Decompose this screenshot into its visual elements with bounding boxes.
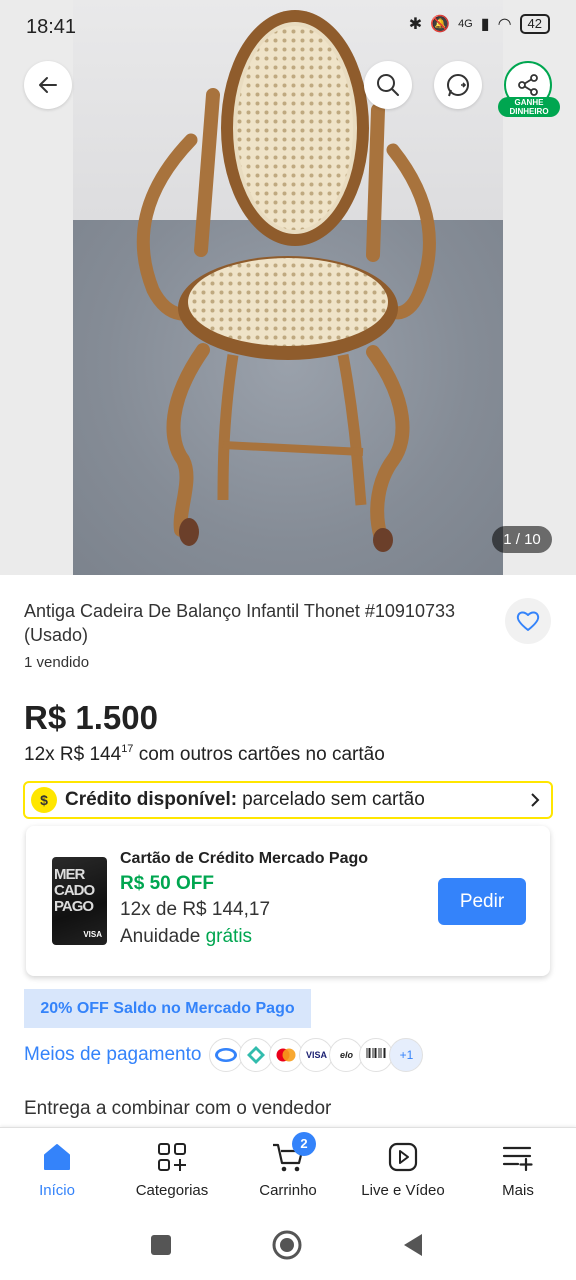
installment-suffix: com outros cartões no cartão xyxy=(133,744,385,765)
visa-icon: VISA xyxy=(299,1038,334,1072)
card-offer-installment: 12x de R$ 144,17 xyxy=(120,899,271,920)
status-time: 18:41 xyxy=(26,16,77,38)
arrow-left-icon xyxy=(39,77,57,93)
cart-count-badge: 2 xyxy=(292,1132,316,1156)
credit-text: parcelado sem cartão xyxy=(242,789,425,810)
sold-count: 1 vendido xyxy=(24,654,90,671)
credit-available-banner[interactable]: $ Crédito disponível: parcelado sem cart… xyxy=(23,781,553,819)
card-image-text: MER CADO PAGO xyxy=(54,866,95,915)
back-system-button[interactable] xyxy=(402,1233,424,1262)
favorite-button[interactable] xyxy=(505,598,551,644)
badge-line1: GANHE xyxy=(514,98,544,107)
payment-methods-row: Meios de pagamento VISA elo +1 xyxy=(24,1038,424,1072)
order-card-button[interactable]: Pedir xyxy=(438,878,526,925)
nav-item-live-video[interactable]: Live e Vídeo xyxy=(348,1140,458,1199)
installment-prefix: 12x R$ 144 xyxy=(24,744,122,765)
nav-item-categories[interactable]: Categorias xyxy=(117,1140,227,1199)
home-system-button[interactable] xyxy=(272,1230,302,1265)
annual-value: grátis xyxy=(205,926,253,947)
nav-item-more[interactable]: Mais xyxy=(463,1140,573,1199)
categories-icon xyxy=(117,1140,227,1174)
chevron-right-icon xyxy=(531,793,540,807)
mastercard-icon xyxy=(269,1038,304,1072)
search-icon xyxy=(377,74,399,96)
signal-icon: ▮ xyxy=(480,16,490,33)
boleto-icon xyxy=(359,1038,394,1072)
bluetooth-icon: ✱ xyxy=(408,16,423,33)
play-icon xyxy=(348,1140,458,1174)
cart-icon: 2 xyxy=(233,1132,343,1174)
product-title: Antiga Cadeira De Balanço Infantil Thone… xyxy=(24,601,455,645)
nav-item-cart[interactable]: 2 Carrinho xyxy=(233,1132,343,1199)
status-bar: 18:41 ✱ 🔕 4G ▮ ◠ 42 xyxy=(0,0,576,56)
nav-label-live-video: Live e Vídeo xyxy=(361,1182,445,1199)
bottom-navigation: Início Categorias 2 Carrinho Live e Víde… xyxy=(0,1127,576,1213)
product-gallery[interactable]: 18:41 ✱ 🔕 4G ▮ ◠ 42 GANHE DINHEIRO 1 / 1… xyxy=(0,0,576,575)
square-icon xyxy=(151,1235,171,1255)
system-navigation-bar xyxy=(0,1213,576,1280)
mute-icon: 🔕 xyxy=(430,16,451,33)
recent-apps-button[interactable] xyxy=(150,1234,172,1261)
nav-label-categories: Categorias xyxy=(135,1182,209,1199)
share-button[interactable]: GANHE DINHEIRO xyxy=(498,59,560,121)
nav-label-home: Início xyxy=(39,1182,75,1199)
network-label: 4G xyxy=(458,18,473,30)
status-icons: ✱ 🔕 4G ▮ ◠ 42 xyxy=(409,14,550,34)
pix-icon xyxy=(239,1038,274,1072)
whatsapp-button[interactable] xyxy=(434,61,482,109)
annual-prefix: Anuidade xyxy=(120,926,206,947)
more-payment-methods: +1 xyxy=(389,1038,424,1072)
coin-icon: $ xyxy=(31,787,57,813)
nav-label-more: Mais xyxy=(502,1182,534,1199)
circle-icon xyxy=(272,1230,302,1260)
installment-info: 12x R$ 14417 com outros cartões no cartã… xyxy=(24,743,385,766)
card-offer-discount: R$ 50 OFF xyxy=(120,873,214,894)
badge-line2: DINHEIRO xyxy=(509,107,549,116)
elo-icon: elo xyxy=(329,1038,364,1072)
earn-money-badge: GANHE DINHEIRO xyxy=(498,97,560,117)
share-icon xyxy=(518,74,538,96)
nav-item-home[interactable]: Início xyxy=(2,1140,112,1199)
payment-methods-link[interactable]: Meios de pagamento xyxy=(24,1044,201,1066)
battery-icon: 42 xyxy=(519,14,550,34)
gallery-counter: 1 / 10 xyxy=(492,526,552,553)
product-price: R$ 1.500 xyxy=(24,699,158,736)
delivery-info: Entrega a combinar com o vendedor xyxy=(24,1098,332,1119)
mercadopago-icon xyxy=(209,1038,244,1072)
mercado-pago-card-offer: MER CADO PAGO VISA Cartão de Crédito Mer… xyxy=(26,826,550,976)
card-offer-annual-fee: Anuidade grátis xyxy=(120,926,252,948)
credit-label: Crédito disponível: xyxy=(65,789,238,810)
back-button[interactable] xyxy=(24,61,72,109)
mercado-pago-card-image: MER CADO PAGO VISA xyxy=(52,857,107,945)
card-offer-title: Cartão de Crédito Mercado Pago xyxy=(120,850,369,867)
menu-plus-icon xyxy=(463,1140,573,1174)
whatsapp-icon xyxy=(447,74,469,97)
payment-icons[interactable]: VISA elo +1 xyxy=(209,1038,424,1072)
nav-label-cart: Carrinho xyxy=(259,1182,317,1199)
promo-badge: 20% OFF Saldo no Mercado Pago xyxy=(24,989,311,1028)
card-brand: VISA xyxy=(83,930,102,939)
search-button[interactable] xyxy=(364,61,412,109)
installment-cents: 17 xyxy=(121,743,134,755)
home-icon xyxy=(2,1140,112,1174)
heart-icon xyxy=(516,611,540,631)
triangle-back-icon xyxy=(404,1234,422,1256)
wifi-icon: ◠ xyxy=(497,16,512,33)
